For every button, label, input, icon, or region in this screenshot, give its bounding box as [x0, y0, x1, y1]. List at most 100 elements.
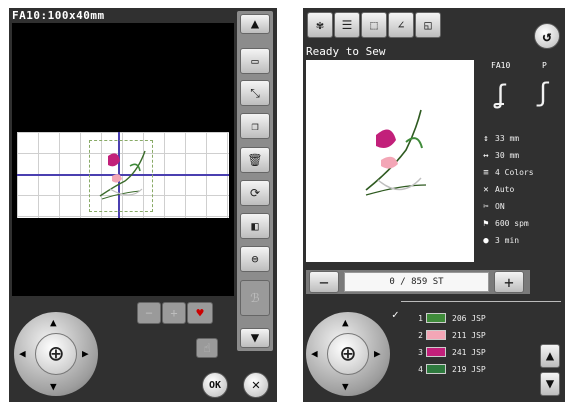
- tension-icon: ✕: [483, 184, 489, 195]
- back-icon: ↺: [542, 27, 552, 45]
- edit-screen: FA10:100x40mm ▲ ▭ ⤡ ❐ 🗑 ⟳ ◧ ⊜ ℬ ▼ − + ♥ …: [9, 8, 277, 402]
- sew-preview: [306, 60, 474, 262]
- info-time: ● 3 min: [481, 232, 561, 249]
- minus-icon: −: [319, 272, 329, 292]
- info-tension: ✕ Auto: [481, 181, 561, 198]
- color-up-button[interactable]: ▲: [540, 344, 560, 368]
- jog-down-arrow[interactable]: ▼: [342, 380, 349, 393]
- thread-icon: ✾: [316, 18, 324, 32]
- divider: [401, 301, 561, 302]
- crosshair-icon: ⊕: [340, 339, 356, 369]
- rotate-button[interactable]: ⟳: [240, 180, 270, 206]
- close-icon: ✕: [251, 377, 261, 393]
- design-preview[interactable]: [12, 23, 234, 296]
- color-down-button[interactable]: ▼: [540, 372, 560, 396]
- current-color-check-icon: ✓: [392, 308, 399, 321]
- design-selection-frame[interactable]: [89, 140, 153, 212]
- jog-up-arrow[interactable]: ▲: [342, 316, 349, 329]
- resize-button[interactable]: ⤡: [240, 80, 270, 106]
- heart-icon: ♥: [196, 306, 204, 320]
- texture-button[interactable]: ℬ: [240, 280, 270, 316]
- hand-button[interactable]: ☝: [196, 338, 218, 358]
- frame-icon: ▭: [251, 54, 259, 68]
- trace-button[interactable]: ⬚: [361, 12, 387, 38]
- embroidery-design: [365, 109, 427, 196]
- stitch-count-field: 0 / 859 ST: [344, 272, 489, 292]
- favorite-button[interactable]: ♥: [187, 302, 213, 324]
- color-list-button[interactable]: ☰: [334, 12, 360, 38]
- stitch-counter: − 0 / 859 ST +: [306, 270, 530, 294]
- jog-left-arrow[interactable]: ◀: [311, 347, 318, 360]
- scroll-up-button[interactable]: ▲: [240, 14, 270, 34]
- color-row[interactable]: 3 241 JSP: [411, 345, 486, 359]
- border-button[interactable]: ⊜: [240, 246, 270, 272]
- info-speed: ⚑ 600 spm: [481, 215, 561, 232]
- jog-left-arrow[interactable]: ◀: [19, 347, 26, 360]
- clock-icon: ●: [483, 235, 489, 246]
- color-swatch: [426, 330, 446, 340]
- speed-icon: ⚑: [483, 218, 489, 229]
- info-colors: ≡ 4 Colors: [481, 164, 561, 181]
- color-row[interactable]: 2 211 JSP: [411, 328, 486, 342]
- sewing-screen: ✾ ☰ ⬚ ∠ ◱ ↺ Ready to Sew FA10 P ʆ ʃ ↕ 33 …: [303, 8, 565, 402]
- mirror-button[interactable]: ◧: [240, 213, 270, 239]
- jog-right-arrow[interactable]: ▶: [374, 347, 381, 360]
- jog-dial[interactable]: ⊕ ▲ ▼ ◀ ▶: [14, 312, 98, 396]
- color-swatch: [426, 313, 446, 323]
- zoom-in-button[interactable]: +: [162, 302, 186, 324]
- ok-button[interactable]: OK: [202, 372, 228, 398]
- trash-icon: 🗑: [247, 153, 263, 167]
- hoop-grid: [17, 132, 229, 218]
- crosshair-icon: ⊕: [48, 339, 64, 369]
- list-icon: ☰: [341, 18, 353, 32]
- triangle-up-icon: ▲: [545, 348, 555, 364]
- border-icon: ⊜: [251, 252, 259, 266]
- cut-icon: ✂: [483, 201, 489, 212]
- jog-right-arrow[interactable]: ▶: [82, 347, 89, 360]
- stitch-back-button[interactable]: −: [309, 271, 339, 293]
- foot-button[interactable]: ◱: [415, 12, 441, 38]
- info-cut: ✂ ON: [481, 198, 561, 215]
- trace-icon: ⬚: [370, 18, 378, 32]
- presser-foot-icon: ʆ: [492, 80, 508, 110]
- hand-icon: ☝: [203, 341, 211, 355]
- info-height: ↕ 33 mm: [481, 130, 561, 147]
- texture-icon: ℬ: [250, 291, 260, 305]
- angle-button[interactable]: ∠: [388, 12, 414, 38]
- delete-button[interactable]: 🗑: [240, 147, 270, 173]
- resize-icon: ⤡: [250, 85, 260, 100]
- color-row[interactable]: 1 206 JSP: [411, 311, 486, 325]
- plus-icon: +: [504, 272, 514, 292]
- duplicate-icon: ❐: [251, 119, 259, 133]
- height-icon: ↕: [483, 133, 489, 144]
- hoop-size-title: FA10:100x40mm: [12, 9, 105, 22]
- mirror-icon: ◧: [251, 219, 259, 233]
- center-button[interactable]: ⊕: [327, 333, 369, 375]
- width-icon: ↔: [483, 150, 489, 161]
- color-row[interactable]: 4 219 JSP: [411, 362, 486, 376]
- duplicate-button[interactable]: ❐: [240, 113, 270, 139]
- stitch-forward-button[interactable]: +: [494, 271, 524, 293]
- back-button[interactable]: ↺: [534, 23, 560, 49]
- thread-button[interactable]: ✾: [307, 12, 333, 38]
- scroll-down-button[interactable]: ▼: [240, 328, 270, 348]
- center-button[interactable]: ⊕: [35, 333, 77, 375]
- embroidery-design: [99, 150, 146, 200]
- frame-button[interactable]: ▭: [240, 48, 270, 74]
- color-swatch: [426, 347, 446, 357]
- close-button[interactable]: ✕: [243, 372, 269, 398]
- triangle-down-icon: ▼: [250, 330, 260, 346]
- zoom-out-button[interactable]: −: [137, 302, 161, 324]
- foot-code-label: FA10: [491, 61, 511, 70]
- needle-icon: ʃ: [535, 78, 551, 108]
- status-message: Ready to Sew: [306, 45, 386, 58]
- foot-icon: ◱: [424, 18, 432, 32]
- foot-type-label: P: [542, 61, 547, 70]
- jog-dial[interactable]: ⊕ ▲ ▼ ◀ ▶: [306, 312, 390, 396]
- jog-down-arrow[interactable]: ▼: [50, 380, 57, 393]
- color-swatch: [426, 364, 446, 374]
- jog-up-arrow[interactable]: ▲: [50, 316, 57, 329]
- angle-icon: ∠: [397, 18, 405, 32]
- colors-icon: ≡: [483, 167, 489, 178]
- ok-label: OK: [208, 379, 222, 391]
